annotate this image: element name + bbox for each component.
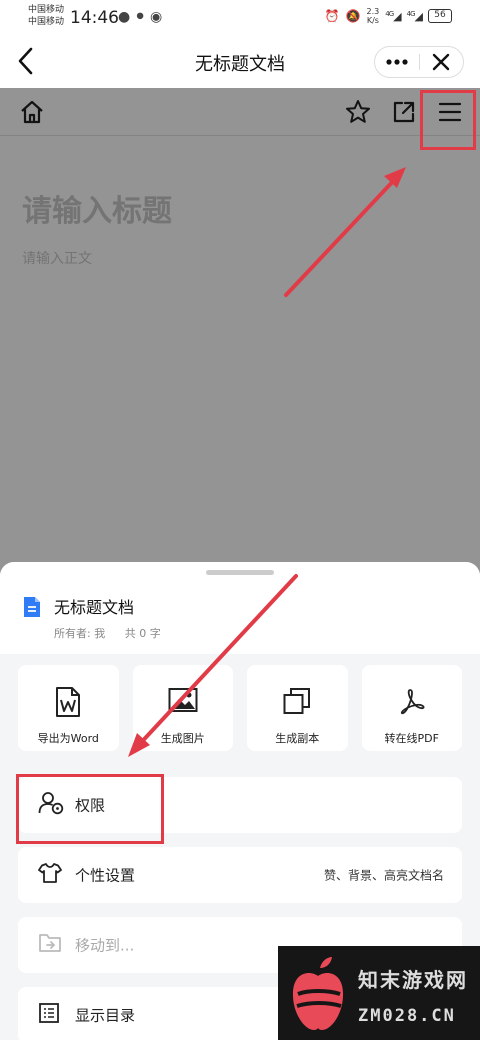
system-icons: ⏰ 🔕 2.3 K/s 4G◢ 4G◢ 56 bbox=[325, 7, 452, 25]
copy-icon bbox=[283, 688, 311, 714]
shirt-icon bbox=[38, 862, 62, 888]
drag-handle[interactable] bbox=[206, 570, 274, 575]
net-speed-unit: K/s bbox=[366, 16, 379, 25]
convert-pdf-button[interactable]: 转在线PDF bbox=[361, 665, 462, 751]
generate-image-button[interactable]: 生成图片 bbox=[132, 665, 233, 751]
apple-logo-icon bbox=[292, 957, 344, 1030]
catalog-icon bbox=[38, 1002, 60, 1028]
mini-program-capsule bbox=[374, 46, 464, 78]
permission-row[interactable]: 权限 bbox=[18, 777, 462, 833]
alarm-icon: ⏰ bbox=[324, 9, 340, 23]
word-icon bbox=[56, 687, 81, 717]
message-icon: ● bbox=[118, 9, 135, 25]
notification-icons: ●⚫◉ bbox=[118, 9, 166, 25]
permission-label: 权限 bbox=[75, 796, 106, 815]
doc-meta: 所有者: 我 共 0 字 bbox=[54, 625, 177, 641]
permission-icon bbox=[38, 791, 64, 819]
sheet-doc-title: 无标题文档 bbox=[54, 598, 135, 617]
net-speed: 2.3 K/s bbox=[367, 7, 380, 25]
net-speed-value: 2.3 bbox=[366, 7, 380, 16]
close-icon[interactable] bbox=[420, 47, 464, 77]
carrier-labels: 中国移动 中国移动 bbox=[28, 4, 64, 28]
action-label: 生成副本 bbox=[275, 732, 320, 745]
status-bar: 中国移动 中国移动 14:46 ●⚫◉ ⏰ 🔕 2.3 K/s 4G◢ 4G◢ … bbox=[0, 0, 480, 34]
signal-2-label: 4G bbox=[406, 9, 416, 18]
document-icon bbox=[22, 596, 42, 622]
pdf-icon bbox=[400, 689, 425, 715]
signal-1-label: 4G bbox=[385, 9, 394, 18]
eye-icon: ◉ bbox=[149, 9, 167, 25]
show-catalog-label: 显示目录 bbox=[75, 1006, 136, 1025]
make-copy-button[interactable]: 生成副本 bbox=[247, 665, 348, 751]
carrier-1: 中国移动 bbox=[28, 5, 65, 15]
more-icon[interactable] bbox=[375, 47, 419, 77]
action-label: 生成图片 bbox=[160, 732, 205, 745]
owner-label: 所有者: 我 bbox=[54, 627, 106, 640]
personalize-row[interactable]: 个性设置 赞、背景、高亮文档名 bbox=[18, 847, 462, 903]
sheet-header: 无标题文档 所有者: 我 共 0 字 bbox=[0, 562, 480, 654]
watermark-text: 知末游戏网 bbox=[358, 968, 468, 992]
word-count: 共 0 字 bbox=[124, 627, 161, 640]
move-to-label: 移动到... bbox=[75, 936, 135, 955]
watermark-site: ZM028.CN bbox=[358, 1006, 456, 1026]
export-word-button[interactable]: 导出为Word bbox=[18, 665, 119, 751]
clock: 14:46 bbox=[70, 8, 119, 28]
headphone-icon: ⚫ bbox=[134, 9, 150, 25]
action-grid: 导出为Word 生成图片 生成副本 转在线PDF bbox=[18, 665, 462, 751]
action-label: 转在线PDF bbox=[384, 732, 439, 745]
title-bar: 无标题文档 bbox=[0, 34, 480, 88]
action-label: 导出为Word bbox=[37, 732, 99, 745]
folder-move-icon bbox=[38, 932, 64, 958]
battery-icon: 56 bbox=[428, 9, 452, 23]
personalize-value: 赞、背景、高亮文档名 bbox=[323, 868, 444, 883]
personalize-label: 个性设置 bbox=[75, 866, 136, 885]
site-watermark: 知末游戏网 ZM028.CN bbox=[278, 946, 480, 1040]
image-icon bbox=[168, 688, 198, 712]
mute-icon: 🔕 bbox=[345, 9, 361, 23]
carrier-2: 中国移动 bbox=[28, 17, 65, 27]
signal-1: 4G◢ bbox=[385, 9, 401, 23]
signal-2: 4G◢ bbox=[406, 9, 423, 23]
